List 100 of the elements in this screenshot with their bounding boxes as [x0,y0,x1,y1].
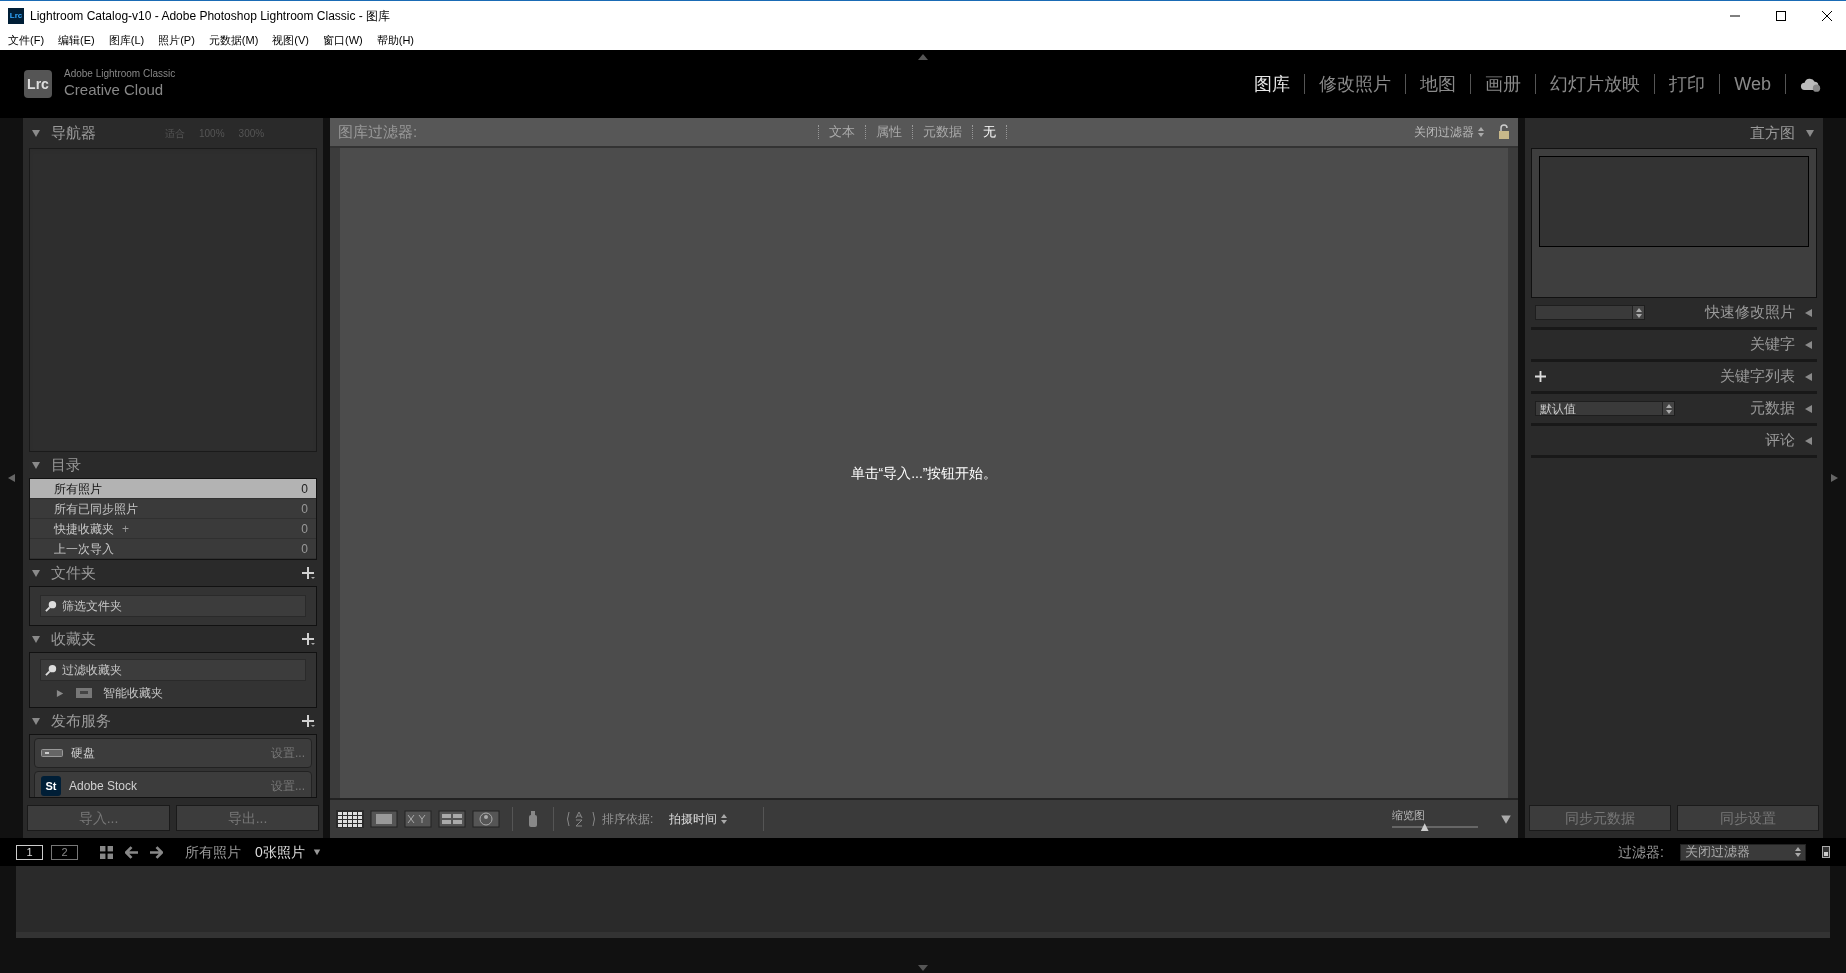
maximize-icon[interactable] [1776,10,1786,21]
expand-triangle-icon[interactable] [56,688,65,698]
app-icon: Lrc [8,7,24,24]
collection-set-icon [75,687,93,699]
source-label: 所有照片 [185,842,241,862]
module-tab[interactable]: 画册 [1471,70,1536,98]
module-tab[interactable]: 修改照片 [1305,70,1406,98]
module-tab[interactable]: Web [1720,70,1785,98]
expand-triangle-icon[interactable] [1803,435,1813,446]
panel-title[interactable]: 文件夹 [51,561,291,585]
panel-title[interactable]: 导航器 [51,121,151,145]
folder-filter-field[interactable]: 筛选文件夹 [40,595,306,617]
dropdown-caret-icon[interactable] [312,848,321,856]
up-down-arrows-icon [1478,127,1484,137]
panel-title[interactable]: 快速修改照片 [1705,301,1795,324]
add-icon[interactable] [301,566,315,580]
filter-label: 过滤器: [1618,842,1664,862]
panel-title[interactable]: 收藏夹 [51,627,291,651]
collapse-triangle-icon[interactable] [1805,128,1815,138]
search-icon [45,663,58,677]
panel-title[interactable]: 直方图 [1750,121,1795,145]
empty-message: 单击“导入...”按钮开始。 [850,463,998,483]
up-down-arrows-icon [1635,307,1642,318]
panel-title[interactable]: 目录 [51,453,315,477]
menu-item[interactable]: 视图(V) [272,31,309,49]
lrc-logo: Lrc [24,70,52,98]
thumbnail-size-label: 缩览图 [1392,807,1425,823]
left-panel-toggle-icon[interactable] [6,473,16,483]
window-page-button[interactable]: 1 [16,844,43,860]
filter-tab[interactable]: 无 [973,122,1006,142]
identity-subtitle: Adobe Lightroom Classic [64,68,176,81]
photo-count-dropdown[interactable]: 0张照片 [255,841,305,863]
lock-icon[interactable] [1498,124,1510,140]
sort-direction-icon[interactable] [566,810,596,828]
module-tab[interactable]: 地图 [1406,70,1471,98]
filter-dropdown[interactable]: 关闭过滤器 [1680,843,1806,861]
grid-icon[interactable] [100,845,113,859]
top-panel-toggle-icon[interactable] [918,54,928,60]
right-panel-toggle-icon[interactable] [1830,473,1840,483]
grid-view-icon[interactable] [336,810,364,828]
collapse-triangle-icon[interactable] [31,634,41,644]
stock-logo: St [41,776,61,796]
menu-item[interactable]: 帮助(H) [376,31,414,49]
filter-tab[interactable]: 属性 [866,122,912,142]
menu-item[interactable]: 照片(P) [158,31,195,49]
filmstrip-lock-icon[interactable] [1822,846,1830,858]
toolbar-menu-icon[interactable] [1500,813,1512,825]
expand-triangle-icon[interactable] [1803,371,1813,382]
expand-triangle-icon[interactable] [1803,403,1813,414]
sort-label: 排序依据: [602,811,654,828]
menu-item[interactable]: 图库(L) [108,31,145,49]
up-down-arrows-icon [1665,403,1672,414]
hard-drive-icon [41,749,63,757]
slider-thumb[interactable] [1420,823,1429,832]
module-tab[interactable]: 打印 [1655,70,1720,98]
add-icon[interactable] [301,632,315,646]
back-arrow-icon[interactable] [125,845,138,859]
search-icon [45,599,58,613]
menu-item[interactable]: 窗口(W) [323,31,363,49]
panel-title[interactable]: 发布服务 [51,709,291,733]
thumbnail-size-slider[interactable] [1392,823,1478,832]
collapse-triangle-icon[interactable] [31,716,41,726]
collection-item[interactable]: 智能收藏夹 [103,684,163,702]
menu-item[interactable]: 编辑(E) [58,31,95,49]
panel-title[interactable]: 关键字列表 [1720,365,1795,388]
module-tab[interactable]: 幻灯片放映 [1536,70,1655,98]
cloud-icon[interactable] [1800,76,1822,92]
compare-view-icon[interactable] [404,810,432,828]
collapse-triangle-icon[interactable] [31,568,41,578]
bottom-panel-toggle-icon[interactable] [918,965,928,971]
window-title: Lightroom Catalog-v10 - Adobe Photoshop Lightroom Classic - 图库 [30,7,392,25]
window-page-button[interactable]: 2 [51,844,78,860]
sort-dropdown[interactable]: 拍摄时间 [669,810,728,828]
menu-item[interactable]: 文件(F) [8,31,45,49]
filter-tab[interactable]: 元数据 [913,122,972,142]
panel-title[interactable]: 元数据 [1750,397,1795,420]
close-icon[interactable] [1822,10,1832,21]
filter-preset-dropdown[interactable]: 关闭过滤器 [1414,123,1484,141]
people-view-icon[interactable] [472,810,500,828]
filter-tab[interactable]: 文本 [819,122,865,142]
loupe-view-icon[interactable] [370,810,398,828]
filter-bar-title: 图库过滤器: [338,121,419,142]
up-down-arrows-icon [1795,847,1801,857]
add-icon[interactable] [1535,371,1546,382]
module-tab[interactable]: 图库 [1240,70,1305,98]
expand-triangle-icon[interactable] [1803,307,1813,318]
catalog-item[interactable]: 所有照片 0 [30,479,316,499]
collapse-triangle-icon[interactable] [31,128,41,138]
collection-filter-field[interactable]: 过滤收藏夹 [40,659,306,681]
menu-item[interactable]: 元数据(M) [208,31,259,49]
preset-dropdown[interactable]: 默认值 [1535,401,1675,416]
panel-title[interactable]: 评论 [1765,429,1795,452]
expand-triangle-icon[interactable] [1803,339,1813,350]
panel-title[interactable]: 关键字 [1750,333,1795,356]
up-down-arrows-icon [721,814,728,824]
add-icon[interactable] [301,714,315,728]
collapse-triangle-icon[interactable] [31,460,41,470]
identity-title: Creative Cloud [64,80,165,100]
forward-arrow-icon[interactable] [150,845,163,859]
survey-view-icon[interactable] [438,810,466,828]
